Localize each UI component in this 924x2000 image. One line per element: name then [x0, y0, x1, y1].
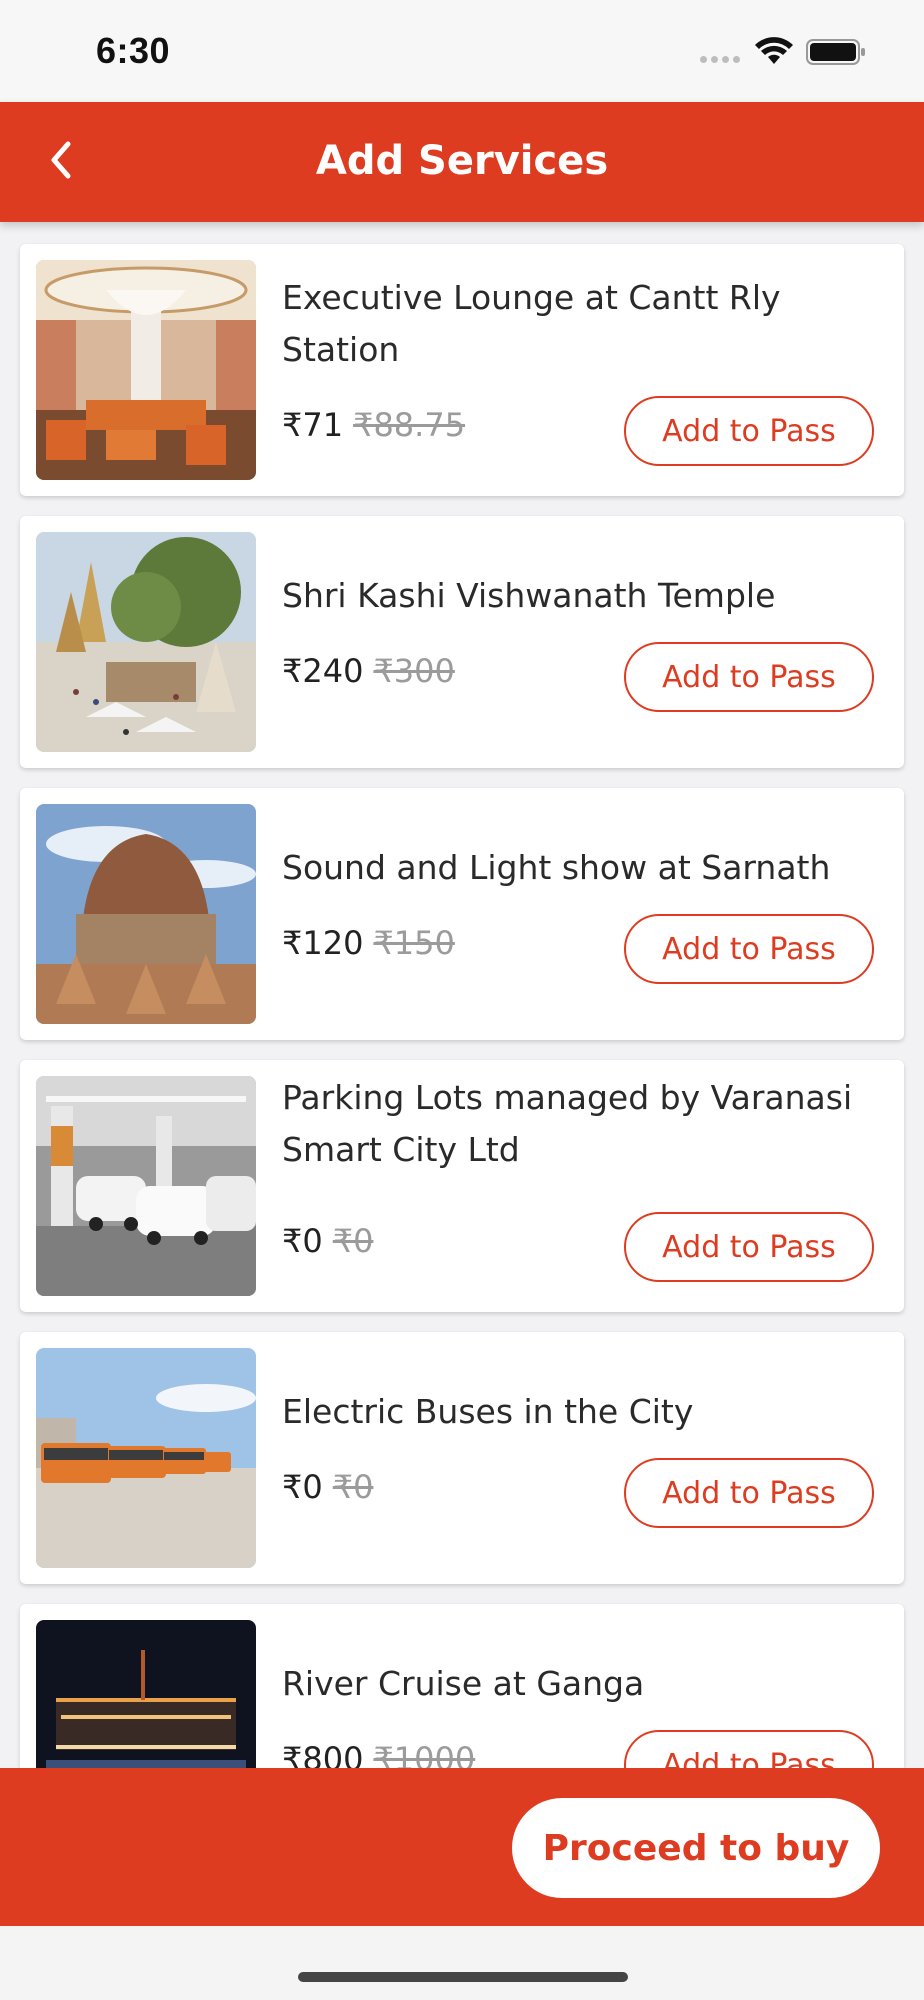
price-original: ₹300: [373, 652, 455, 690]
proceed-to-buy-button[interactable]: Proceed to buy: [512, 1798, 880, 1898]
service-card: Sound and Light show at Sarnath ₹120 ₹150…: [20, 788, 904, 1040]
footer-bar: Proceed to buy: [0, 1768, 924, 1926]
price-row: ₹71 ₹88.75: [282, 406, 465, 444]
service-card: Executive Lounge at Cantt Rly Station ₹7…: [20, 244, 904, 496]
home-indicator[interactable]: [298, 1972, 628, 1982]
app-header: Add Services: [0, 102, 924, 222]
home-area: [0, 1926, 924, 2000]
service-image-buses: [36, 1348, 256, 1568]
price-row: ₹120 ₹150: [282, 924, 455, 962]
service-name: River Cruise at Ganga: [282, 1664, 645, 1703]
service-card: Shri Kashi Vishwanath Temple ₹240 ₹300 Ad…: [20, 516, 904, 768]
add-to-pass-button[interactable]: Add to Pass: [624, 396, 874, 466]
service-name: Electric Buses in the City: [282, 1392, 694, 1431]
add-to-pass-button[interactable]: Add to Pass: [624, 642, 874, 712]
price-current: ₹0: [282, 1222, 323, 1260]
service-image-temple: [36, 532, 256, 752]
add-to-pass-button[interactable]: Add to Pass: [624, 914, 874, 984]
service-name: Executive Lounge at Cantt Rly Station: [282, 278, 781, 369]
price-current: ₹120: [282, 924, 364, 962]
price-original: ₹150: [373, 924, 455, 962]
price-current: ₹240: [282, 652, 364, 690]
service-name: Sound and Light show at Sarnath: [282, 848, 831, 887]
battery-icon: [806, 39, 865, 65]
price-original: ₹88.75: [353, 406, 466, 444]
service-image-parking: [36, 1076, 256, 1296]
add-to-pass-button[interactable]: Add to Pass: [624, 1730, 874, 1768]
page-title: Add Services: [315, 138, 609, 184]
service-name: Shri Kashi Vishwanath Temple: [282, 576, 776, 615]
price-row: ₹240 ₹300: [282, 652, 455, 690]
price-current: ₹71: [282, 406, 344, 444]
price-current: ₹0: [282, 1468, 323, 1506]
add-to-pass-button[interactable]: Add to Pass: [624, 1458, 874, 1528]
status-bar: 6:30: [0, 0, 924, 102]
status-time: 6:30: [96, 30, 171, 71]
price-row: ₹0 ₹0: [282, 1468, 373, 1506]
service-image-cruise: [36, 1620, 256, 1768]
service-card: Parking Lots managed by Varanasi Smart C…: [20, 1060, 904, 1312]
service-name: Parking Lots managed by Varanasi Smart C…: [282, 1078, 853, 1169]
wifi-icon: [755, 37, 793, 64]
service-card: River Cruise at Ganga ₹800 ₹1000 Add to P…: [20, 1604, 904, 1768]
price-row: ₹0 ₹0: [282, 1222, 373, 1260]
service-image-lounge: [36, 260, 256, 480]
add-to-pass-button[interactable]: Add to Pass: [624, 1212, 874, 1282]
price-original: ₹0: [332, 1468, 374, 1506]
service-list[interactable]: Executive Lounge at Cantt Rly Station ₹7…: [0, 222, 924, 1768]
price-original: ₹1000: [373, 1740, 476, 1768]
price-current: ₹800: [282, 1740, 364, 1768]
cellular-signal-icon: [700, 56, 740, 63]
service-image-stupa: [36, 804, 256, 1024]
service-card: Electric Buses in the City ₹0 ₹0 Add to P…: [20, 1332, 904, 1584]
price-row: ₹800 ₹1000: [282, 1740, 475, 1768]
price-original: ₹0: [332, 1222, 374, 1260]
